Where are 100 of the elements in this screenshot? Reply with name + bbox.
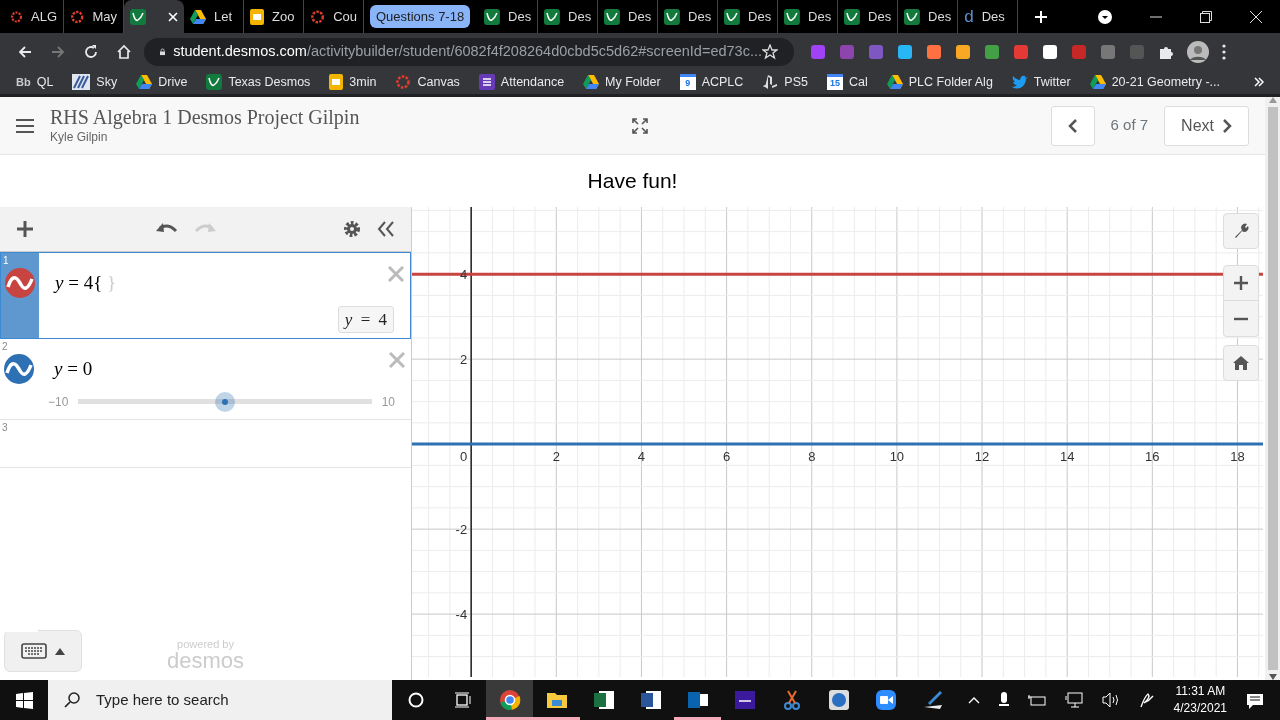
expression-input[interactable]: y = 4{ }: [55, 269, 117, 298]
search-icon: [64, 692, 80, 708]
extension-icon[interactable]: [955, 43, 971, 60]
minus-icon: [1234, 316, 1248, 321]
home-icon[interactable]: [115, 43, 132, 60]
avatar-icon[interactable]: [1187, 40, 1209, 63]
graph-icon: [484, 8, 501, 25]
volume-icon[interactable]: [1101, 692, 1120, 708]
tick-label: -2: [455, 522, 468, 538]
slides-icon: [329, 74, 344, 90]
graph-settings-button[interactable]: [1223, 213, 1259, 249]
wave-icon[interactable]: [3, 353, 35, 385]
bookmark-link[interactable]: 20-21 Geometry -...: [1111, 72, 1221, 92]
back-icon[interactable]: [16, 43, 33, 60]
graph-icon: [544, 8, 561, 25]
plus-icon: [1234, 276, 1248, 290]
scrollbar[interactable]: [1265, 97, 1280, 680]
microphone-icon[interactable]: [998, 692, 1009, 708]
cortana-icon[interactable]: [407, 692, 424, 708]
bookmark-link[interactable]: PS5: [784, 72, 808, 92]
chevron-right-icon: [1222, 118, 1232, 133]
author-name: Kyle Gilpin: [50, 129, 109, 146]
keyboard-icon: [21, 643, 47, 659]
next-button[interactable]: Next: [1164, 105, 1249, 146]
graph-icon: [604, 8, 621, 25]
extension-icon[interactable]: [897, 43, 913, 60]
bookmark-link[interactable]: Drive: [158, 72, 188, 92]
menu-icon[interactable]: [16, 118, 34, 133]
restore-icon[interactable]: [1200, 10, 1212, 23]
add-icon[interactable]: [16, 220, 34, 238]
settings-icon[interactable]: [343, 220, 361, 238]
globe-icon: [827, 689, 850, 711]
tick-label: 2: [459, 352, 468, 368]
graph-icon: [206, 74, 223, 90]
system-clock[interactable]: 11:31 AM 4/23/2021: [1173, 682, 1227, 718]
line-number: 3: [2, 421, 8, 435]
tick-label: 8: [808, 449, 816, 465]
bookmark-link[interactable]: Canvas: [417, 72, 460, 92]
tick-label: 4: [637, 449, 646, 465]
bookmark-link[interactable]: Twitter: [1033, 72, 1071, 92]
home-button[interactable]: [1223, 345, 1259, 381]
dotted-ring-icon: [10, 8, 23, 25]
task-view-icon[interactable]: [453, 692, 472, 708]
spreadsheet-icon: [592, 689, 615, 711]
bookmark-link[interactable]: Cal: [849, 72, 868, 92]
home-icon: [1233, 356, 1249, 370]
graph-icon: [724, 8, 741, 25]
chevrons-icon[interactable]: [1254, 77, 1264, 88]
mail-icon: [686, 689, 709, 711]
dotted-ring-icon: [395, 74, 412, 90]
windows-icon[interactable]: [15, 691, 33, 709]
reload-icon[interactable]: [82, 43, 99, 60]
triangle-icon: [190, 9, 206, 24]
bookmark-link[interactable]: My Folder: [605, 72, 661, 92]
close-icon[interactable]: [1250, 10, 1262, 23]
menu-icon[interactable]: [1222, 43, 1226, 60]
browser-tab[interactable]: [124, 0, 184, 33]
triangle-icon: [886, 75, 903, 89]
chevron-up-icon[interactable]: [967, 696, 980, 704]
bookmark-link[interactable]: ACPLC: [701, 72, 744, 92]
collapse-icon[interactable]: [377, 221, 395, 237]
bookmark-link[interactable]: Texas Desmos: [228, 72, 311, 92]
fullscreen-icon[interactable]: [632, 118, 649, 135]
extension-icon[interactable]: [1042, 43, 1058, 60]
battery-icon[interactable]: [1027, 694, 1046, 706]
bookmark-link[interactable]: PLC Folder Alg: [908, 72, 993, 92]
tick-label: 10: [889, 449, 905, 465]
bookmark-link[interactable]: Sky: [96, 72, 118, 92]
bookmark-link[interactable]: 3min: [349, 72, 377, 92]
dotted-ring-icon: [70, 8, 85, 25]
star-icon[interactable]: [762, 43, 778, 60]
browser-icon: [498, 689, 521, 711]
search-field[interactable]: Type here to search: [48, 680, 392, 720]
taskbar-button[interactable]: [486, 680, 533, 720]
tab-group-label[interactable]: Questions 7-18: [370, 4, 471, 29]
tick-label: -4: [455, 607, 468, 623]
logo-icon: [762, 75, 779, 89]
notification-icon[interactable]: [1246, 691, 1264, 710]
pen-icon[interactable]: [1138, 692, 1155, 708]
tick-label: 16: [1145, 449, 1160, 465]
bookmark-link[interactable]: QL: [36, 72, 54, 92]
graph-icon: [904, 8, 921, 25]
keyboard-button[interactable]: [4, 630, 82, 672]
chevron-left-icon: [1067, 119, 1078, 134]
music-icon: [733, 689, 756, 711]
wrench-icon: [1233, 223, 1249, 239]
expression-input[interactable]: y = 0: [54, 355, 93, 384]
zoom-in-button[interactable]: [1223, 265, 1259, 301]
triangle-icon: [136, 75, 153, 89]
stripes-icon: [72, 74, 91, 90]
new-tab-icon[interactable]: [1034, 10, 1049, 25]
dropdown-icon[interactable]: [1098, 9, 1112, 24]
bookmark-link[interactable]: Attendance: [500, 72, 565, 92]
address-bar[interactable]: student.desmos.com/activitybuilder/student/6082f4f208264d0cbd5c5d62#screenId=ed73c...: [144, 37, 794, 66]
slider-thumb[interactable]: [215, 391, 235, 412]
wave-icon[interactable]: [4, 267, 36, 299]
network-icon[interactable]: [1064, 692, 1083, 708]
calendar-icon: 9: [679, 74, 696, 90]
calendar-icon: 15: [827, 74, 843, 90]
zoom-out-button[interactable]: [1223, 301, 1259, 337]
